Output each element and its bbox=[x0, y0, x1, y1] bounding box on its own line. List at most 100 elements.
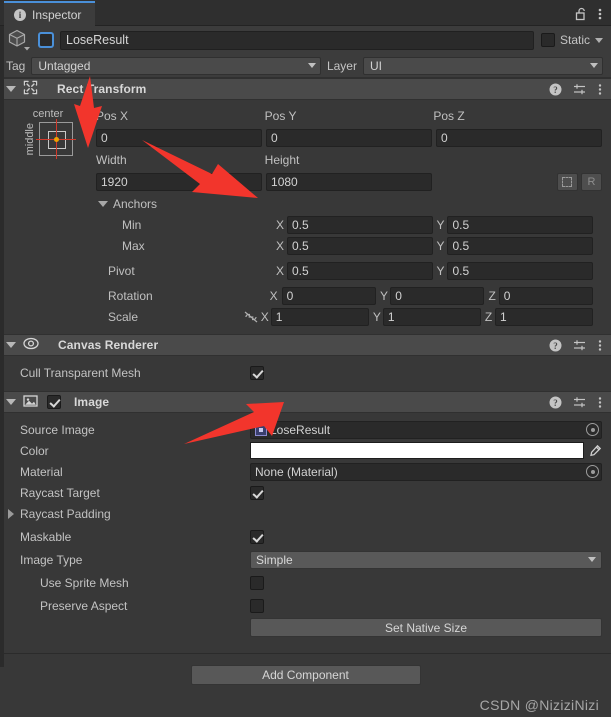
image-type-dropdown[interactable]: Simple bbox=[250, 550, 602, 569]
layer-label: Layer bbox=[326, 58, 357, 73]
foldout-arrow-icon[interactable] bbox=[6, 342, 16, 348]
chevron-down-icon bbox=[588, 557, 596, 562]
foldout-arrow-icon[interactable] bbox=[98, 200, 108, 207]
set-native-size-button[interactable]: Set Native Size bbox=[250, 618, 602, 637]
component-header-image[interactable]: Image ? bbox=[0, 391, 611, 413]
image-enabled-checkbox[interactable] bbox=[47, 395, 61, 409]
cube-icon[interactable] bbox=[6, 28, 32, 52]
size-value-row: 1920 1080 R bbox=[96, 172, 602, 191]
scale-z-input[interactable]: 1 bbox=[494, 307, 593, 326]
height-input[interactable]: 1080 bbox=[266, 172, 433, 191]
help-icon[interactable]: ? bbox=[549, 83, 562, 96]
anchor-max-x-input[interactable]: 0.5 bbox=[286, 236, 433, 255]
cull-transparent-mesh-checkbox[interactable] bbox=[250, 365, 264, 380]
static-dropdown-arrow-icon[interactable] bbox=[595, 37, 603, 43]
width-input[interactable]: 1920 bbox=[96, 172, 263, 191]
gameobject-enabled-checkbox[interactable] bbox=[39, 33, 53, 47]
pivot-y-input[interactable]: 0.5 bbox=[447, 261, 593, 280]
anchor-max-y-input[interactable]: 0.5 bbox=[447, 236, 593, 255]
tag-dropdown[interactable]: Untagged bbox=[31, 56, 321, 75]
material-label: Material bbox=[20, 464, 63, 479]
scale-x-input[interactable]: 1 bbox=[270, 307, 369, 326]
pivot-x-input[interactable]: 0.5 bbox=[286, 261, 433, 280]
pos-y-input[interactable]: 0 bbox=[266, 128, 432, 147]
component-header-rect-transform[interactable]: Rect Transform ? bbox=[0, 78, 611, 100]
image-component-icon bbox=[23, 394, 38, 411]
maskable-checkbox[interactable] bbox=[250, 529, 264, 544]
cull-transparent-mesh-label: Cull Transparent Mesh bbox=[20, 365, 141, 380]
rotation-row: Rotation X 0 Y 0 Z 0 bbox=[96, 286, 602, 305]
component-header-canvas-renderer[interactable]: Canvas Renderer ? bbox=[0, 334, 611, 356]
eyedropper-icon[interactable] bbox=[588, 444, 602, 458]
object-picker-icon[interactable] bbox=[586, 423, 599, 436]
source-image-row: Source Image LoseResult bbox=[0, 420, 611, 439]
anchor-preset-widget[interactable]: center middle bbox=[0, 106, 96, 328]
raycast-padding-row[interactable]: Raycast Padding bbox=[0, 504, 611, 523]
foldout-arrow-icon[interactable] bbox=[6, 399, 16, 405]
eye-icon bbox=[23, 337, 39, 353]
tag-value: Untagged bbox=[38, 58, 91, 73]
preserve-aspect-checkbox[interactable] bbox=[250, 598, 264, 613]
use-sprite-mesh-checkbox[interactable] bbox=[250, 575, 264, 590]
help-icon[interactable]: ? bbox=[549, 396, 562, 409]
gameobject-name-input[interactable]: LoseResult bbox=[60, 30, 534, 50]
kebab-menu-icon[interactable] bbox=[598, 339, 602, 352]
anchors-foldout-row[interactable]: Anchors bbox=[96, 194, 602, 213]
component-header-actions: ? bbox=[549, 339, 602, 352]
image-type-row: Image Type Simple bbox=[0, 550, 611, 569]
pivot-row: Pivot X 0.5 Y 0.5 bbox=[96, 261, 602, 280]
raycast-target-checkbox[interactable] bbox=[250, 485, 264, 500]
rotation-y-input[interactable]: 0 bbox=[390, 286, 485, 305]
add-component-button[interactable]: Add Component bbox=[190, 665, 421, 685]
preset-icon[interactable] bbox=[573, 83, 587, 96]
width-label: Width bbox=[96, 152, 127, 167]
kebab-menu-icon[interactable] bbox=[598, 7, 602, 21]
info-icon: i bbox=[14, 8, 26, 21]
axis-x-label: X bbox=[269, 288, 278, 303]
color-swatch-field[interactable] bbox=[250, 442, 584, 459]
kebab-menu-icon[interactable] bbox=[598, 396, 602, 409]
chevron-down-icon bbox=[307, 63, 316, 68]
tag-label: Tag bbox=[6, 58, 26, 73]
svg-text:?: ? bbox=[553, 398, 558, 408]
gameobject-name-value: LoseResult bbox=[66, 33, 129, 47]
image-type-value: Simple bbox=[256, 552, 293, 567]
material-object-field[interactable]: None (Material) bbox=[250, 462, 602, 481]
source-image-object-field[interactable]: LoseResult bbox=[250, 420, 602, 439]
pos-x-input[interactable]: 0 bbox=[96, 128, 262, 147]
anchor-max-y-value: 0.5 bbox=[452, 238, 470, 253]
anchor-min-x-value: 0.5 bbox=[291, 217, 309, 232]
anchors-label: Anchors bbox=[113, 196, 158, 211]
pos-z-input[interactable]: 0 bbox=[436, 128, 602, 147]
lock-open-icon[interactable] bbox=[575, 7, 588, 21]
rotation-x-input[interactable]: 0 bbox=[281, 286, 376, 305]
raw-edit-mode-button[interactable]: R bbox=[580, 172, 602, 191]
rect-transform-body: center middle Pos X Pos Y Pos Z 0 0 0 Wi… bbox=[0, 100, 611, 328]
canvas-renderer-body: Cull Transparent Mesh bbox=[0, 356, 611, 391]
kebab-menu-icon[interactable] bbox=[598, 83, 602, 96]
blueprint-mode-button[interactable] bbox=[556, 172, 578, 191]
pivot-label: Pivot bbox=[108, 263, 135, 278]
help-icon[interactable]: ? bbox=[549, 339, 562, 352]
watermark: CSDN @NiziziNizi bbox=[479, 697, 599, 713]
anchor-min-x-input[interactable]: 0.5 bbox=[286, 215, 433, 234]
rotation-y-value: 0 bbox=[395, 288, 402, 303]
axis-z-label: Z bbox=[488, 288, 496, 303]
pivot-y-value: 0.5 bbox=[452, 263, 470, 278]
static-checkbox[interactable] bbox=[540, 33, 555, 47]
inspector-panel: LoseResult Static Tag Untagged Layer UI bbox=[0, 26, 611, 717]
foldout-arrow-icon[interactable] bbox=[6, 86, 16, 92]
object-picker-icon[interactable] bbox=[586, 465, 599, 478]
scale-label: Scale bbox=[108, 309, 139, 324]
scale-y-input[interactable]: 1 bbox=[382, 307, 481, 326]
preset-icon[interactable] bbox=[573, 396, 587, 409]
layer-dropdown[interactable]: UI bbox=[362, 56, 603, 75]
anchor-min-y-input[interactable]: 0.5 bbox=[447, 215, 593, 234]
linked-off-icon[interactable] bbox=[244, 311, 261, 323]
pos-header-row: Pos X Pos Y Pos Z bbox=[96, 106, 602, 125]
rotation-z-input[interactable]: 0 bbox=[498, 286, 593, 305]
foldout-arrow-icon[interactable] bbox=[8, 508, 14, 519]
preset-icon[interactable] bbox=[573, 339, 587, 352]
tag-layer-row: Tag Untagged Layer UI bbox=[0, 54, 611, 78]
tab-inspector[interactable]: i Inspector bbox=[4, 1, 96, 26]
